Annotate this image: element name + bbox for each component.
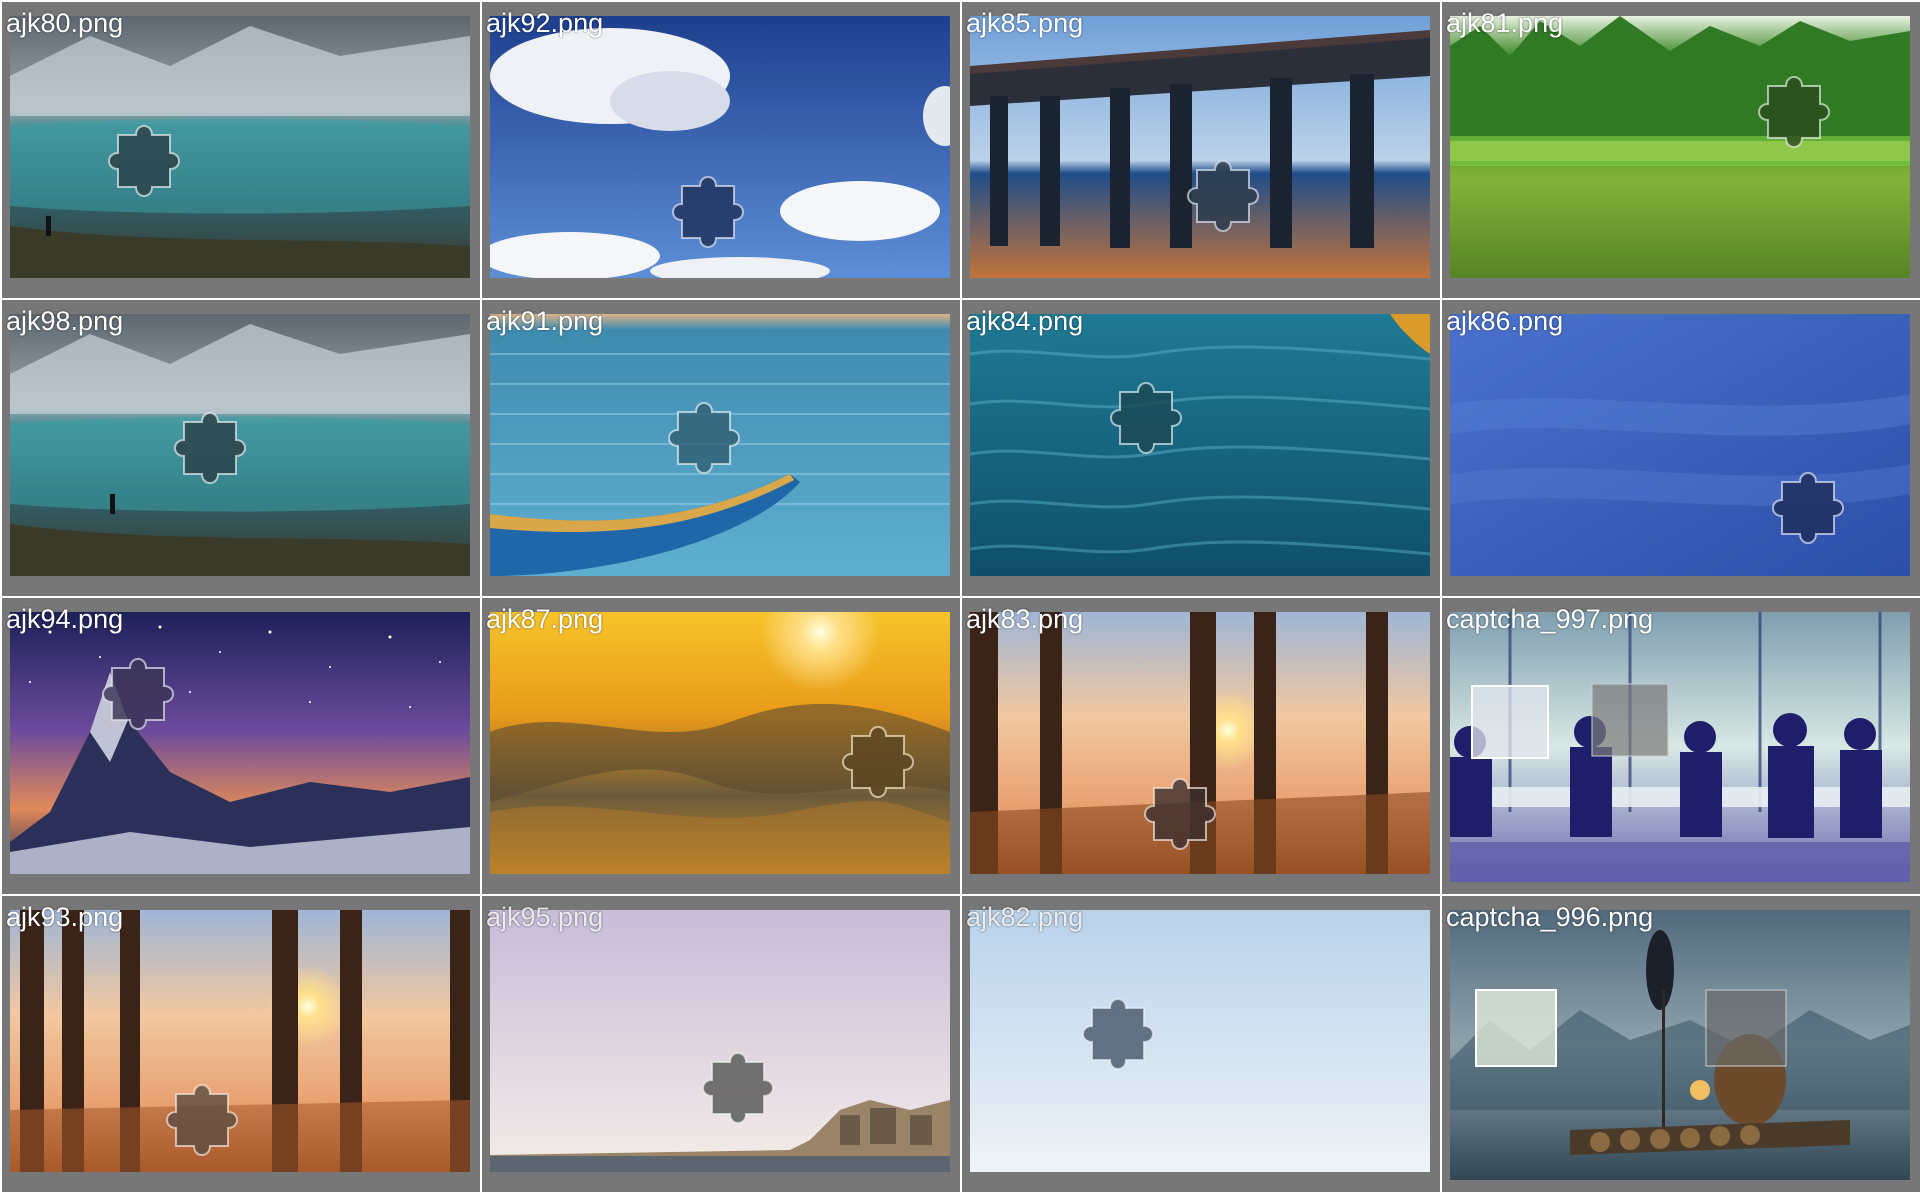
puzzle-piece-icon (702, 1052, 774, 1124)
puzzle-piece-icon (1772, 472, 1844, 544)
tile-thumbnail (10, 612, 470, 874)
tile-thumbnail (490, 16, 950, 278)
gallery-tile[interactable]: ajk86.png (1440, 298, 1920, 596)
gallery-tile[interactable]: ajk83.png (960, 596, 1440, 894)
tile-thumbnail (490, 612, 950, 874)
puzzle-piece-icon (1758, 76, 1830, 148)
puzzle-piece-icon (672, 176, 744, 248)
gallery-tile[interactable]: ajk80.png (0, 0, 480, 298)
tile-filename: ajk84.png (966, 306, 1084, 336)
puzzle-piece-icon (1110, 382, 1182, 454)
gallery-tile[interactable]: ajk98.png (0, 298, 480, 596)
gallery-tile[interactable]: ajk93.png (0, 894, 480, 1192)
puzzle-piece-icon (1471, 685, 1549, 759)
tile-filename: ajk81.png (1446, 8, 1564, 38)
gallery-tile[interactable]: ajk87.png (480, 596, 960, 894)
tile-thumbnail (490, 910, 950, 1172)
gallery-tile[interactable]: ajk82.png (960, 894, 1440, 1192)
tile-filename: captcha_997.png (1446, 604, 1654, 634)
gallery-tile[interactable]: ajk91.png (480, 298, 960, 596)
tile-thumbnail (10, 16, 470, 278)
puzzle-piece-icon (1591, 683, 1669, 757)
tile-filename: ajk87.png (486, 604, 604, 634)
tile-filename: ajk95.png (486, 902, 604, 932)
tile-filename: ajk92.png (486, 8, 604, 38)
tile-filename: ajk86.png (1446, 306, 1564, 336)
gallery-tile[interactable]: captcha_997.png (1440, 596, 1920, 894)
tile-thumbnail (490, 314, 950, 576)
puzzle-piece-icon (108, 125, 180, 197)
tile-thumbnail (970, 314, 1430, 576)
gallery-tile[interactable]: ajk92.png (480, 0, 960, 298)
tile-thumbnail (970, 612, 1430, 874)
gallery-tile[interactable]: captcha_996.png (1440, 894, 1920, 1192)
tile-filename: ajk80.png (6, 8, 124, 38)
tile-filename: ajk85.png (966, 8, 1084, 38)
tile-filename: ajk82.png (966, 902, 1084, 932)
puzzle-piece-icon (1144, 778, 1216, 850)
tile-thumbnail (1450, 314, 1910, 576)
tile-filename: ajk94.png (6, 604, 124, 634)
puzzle-piece-icon (1187, 160, 1259, 232)
puzzle-piece-icon (668, 402, 740, 474)
tile-filename: ajk83.png (966, 604, 1084, 634)
puzzle-piece-icon (174, 412, 246, 484)
tile-filename: captcha_996.png (1446, 902, 1654, 932)
tile-thumbnail (970, 910, 1430, 1172)
tile-thumbnail (1450, 910, 1910, 1180)
gallery-tile[interactable]: ajk85.png (960, 0, 1440, 298)
tile-filename: ajk91.png (486, 306, 604, 336)
tile-thumbnail (1450, 612, 1910, 882)
puzzle-piece-icon (1705, 989, 1787, 1067)
tile-filename: ajk93.png (6, 902, 124, 932)
puzzle-piece-icon (1082, 998, 1154, 1070)
tile-thumbnail (1450, 16, 1910, 278)
puzzle-piece-icon (166, 1084, 238, 1156)
puzzle-piece-icon (102, 658, 174, 730)
puzzle-piece-icon (1475, 989, 1557, 1067)
tile-filename: ajk98.png (6, 306, 124, 336)
gallery-tile[interactable]: ajk94.png (0, 596, 480, 894)
gallery-tile[interactable]: ajk81.png (1440, 0, 1920, 298)
puzzle-piece-icon (842, 726, 914, 798)
gallery-tile[interactable]: ajk95.png (480, 894, 960, 1192)
gallery-tile[interactable]: ajk84.png (960, 298, 1440, 596)
tile-thumbnail (970, 16, 1430, 278)
tile-thumbnail (10, 910, 470, 1172)
tile-thumbnail (10, 314, 470, 576)
image-gallery-grid: ajk80.png ajk92.png ajk85.png ajk81.png … (0, 0, 1920, 1192)
